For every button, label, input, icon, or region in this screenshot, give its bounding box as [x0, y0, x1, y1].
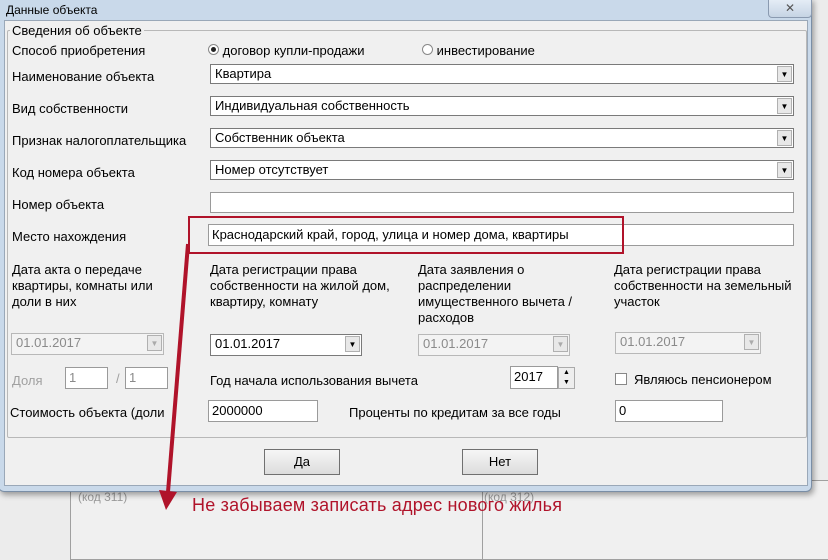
arrow-head-icon — [159, 490, 177, 510]
arrow-line — [166, 243, 190, 493]
annotation-arrow — [159, 243, 190, 510]
annotation-note: Не забываем записать адрес нового жилья — [192, 495, 563, 515]
